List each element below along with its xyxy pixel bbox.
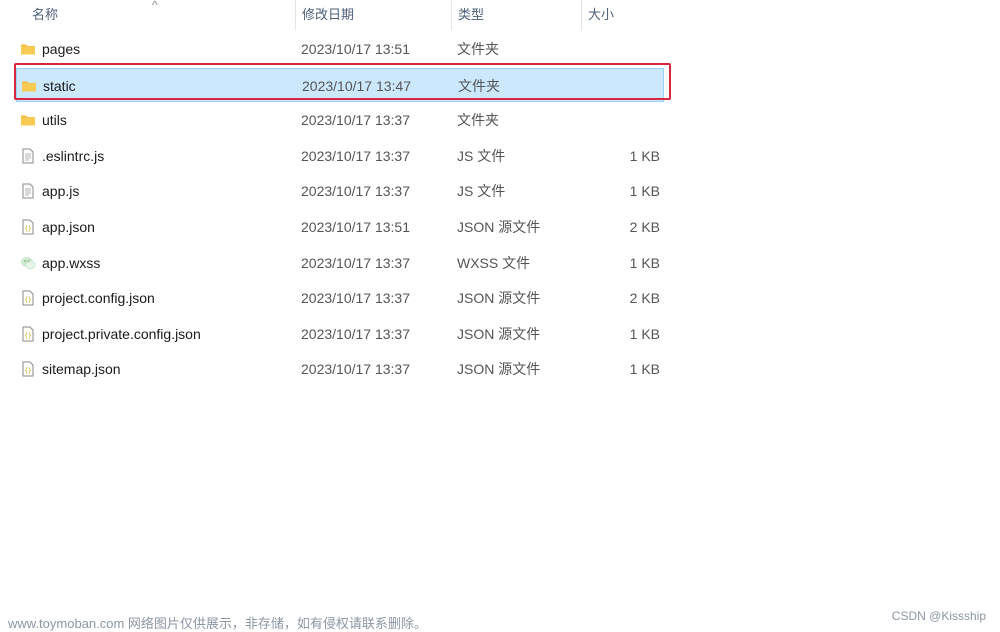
column-header-size-label: 大小 — [588, 7, 615, 22]
file-modified-date: 2023/10/17 13:37 — [301, 147, 410, 164]
csdn-author-watermark: CSDN @Kissship — [891, 609, 986, 623]
file-row[interactable]: app.wxss 2023/10/17 13:37 WXSS 文件 1 KB — [16, 246, 664, 280]
watermark-text: www.toymoban.com 网络图片仅供展示，非存储，如有侵权请联系删除。 — [8, 616, 427, 631]
file-row[interactable]: utils 2023/10/17 13:37 文件夹 — [16, 103, 664, 137]
file-modified-date: 2023/10/17 13:51 — [301, 41, 410, 57]
annotation-highlight-box — [14, 63, 671, 100]
wechat-file-icon — [20, 255, 36, 271]
file-name: sitemap.json — [42, 361, 121, 378]
json-file-icon: {} — [20, 290, 36, 306]
file-name: project.private.config.json — [42, 325, 201, 342]
file-name: pages — [42, 41, 81, 57]
file-type: JS 文件 — [457, 147, 506, 164]
column-header-date-label: 修改日期 — [302, 7, 355, 22]
svg-text:{}: {} — [24, 368, 31, 375]
file-name: app.json — [42, 219, 95, 235]
column-header-bar: 名称 ^ 修改日期 类型 大小 — [0, 0, 668, 30]
file-name: .eslintrc.js — [42, 147, 105, 164]
file-row[interactable]: {} app.json 2023/10/17 13:51 JSON 源文件 2 KB — [16, 210, 664, 244]
file-name: app.wxss — [42, 254, 101, 271]
folder-icon — [20, 41, 36, 57]
file-row[interactable]: {} sitemap.json 2023/10/17 13:37 JSON 源文件 1 … — [16, 352, 664, 386]
file-modified-date: 2023/10/17 13:37 — [301, 112, 410, 129]
column-header-type[interactable]: 类型 — [451, 0, 581, 30]
column-header-name[interactable]: 名称 — [26, 0, 296, 30]
file-modified-date: 2023/10/17 13:37 — [301, 290, 410, 307]
file-row[interactable]: {} project.private.config.json 2023/10/17 … — [16, 317, 664, 351]
file-name: utils — [42, 112, 67, 129]
file-size: 2 KB — [629, 290, 660, 307]
column-header-size[interactable]: 大小 — [581, 0, 668, 30]
svg-text:{}: {} — [24, 332, 31, 339]
file-modified-date: 2023/10/17 13:37 — [301, 254, 410, 271]
js-file-icon — [20, 183, 36, 199]
sort-ascending-icon: ^ — [152, 0, 158, 12]
file-type: 文件夹 — [457, 112, 499, 129]
file-size: 2 KB — [629, 219, 660, 235]
json-file-icon: {} — [20, 219, 36, 235]
column-header-date[interactable]: 修改日期 — [295, 0, 451, 30]
file-type: JSON 源文件 — [457, 361, 541, 378]
file-row[interactable]: {} project.config.json 2023/10/17 13:37 JSO… — [16, 281, 664, 315]
file-type: JSON 源文件 — [457, 325, 541, 342]
json-file-icon: {} — [20, 361, 36, 377]
file-type: WXSS 文件 — [457, 254, 531, 271]
file-modified-date: 2023/10/17 13:37 — [301, 361, 410, 378]
file-type: JS 文件 — [457, 183, 506, 200]
file-modified-date: 2023/10/17 13:51 — [301, 219, 410, 235]
file-row[interactable]: pages 2023/10/17 13:51 文件夹 — [16, 32, 664, 66]
file-type: JSON 源文件 — [457, 290, 541, 307]
file-size: 1 KB — [629, 325, 660, 342]
folder-icon — [20, 112, 36, 128]
file-modified-date: 2023/10/17 13:37 — [301, 183, 410, 200]
file-name: project.config.json — [42, 290, 155, 307]
file-size: 1 KB — [629, 183, 660, 200]
column-header-type-label: 类型 — [458, 7, 485, 22]
file-type: JSON 源文件 — [457, 219, 541, 235]
file-modified-date: 2023/10/17 13:37 — [301, 325, 410, 342]
file-row[interactable]: .eslintrc.js 2023/10/17 13:37 JS 文件 1 KB — [16, 139, 664, 173]
svg-text:{}: {} — [24, 226, 31, 233]
json-file-icon: {} — [20, 326, 36, 342]
file-row[interactable]: app.js 2023/10/17 13:37 JS 文件 1 KB — [16, 174, 664, 208]
file-type: 文件夹 — [457, 41, 499, 57]
file-name: app.js — [42, 183, 80, 200]
file-size: 1 KB — [629, 147, 660, 164]
svg-text:{}: {} — [24, 297, 31, 304]
file-size: 1 KB — [629, 254, 660, 271]
column-header-name-label: 名称 — [32, 7, 59, 22]
js-file-icon — [20, 148, 36, 164]
file-size: 1 KB — [629, 361, 660, 378]
